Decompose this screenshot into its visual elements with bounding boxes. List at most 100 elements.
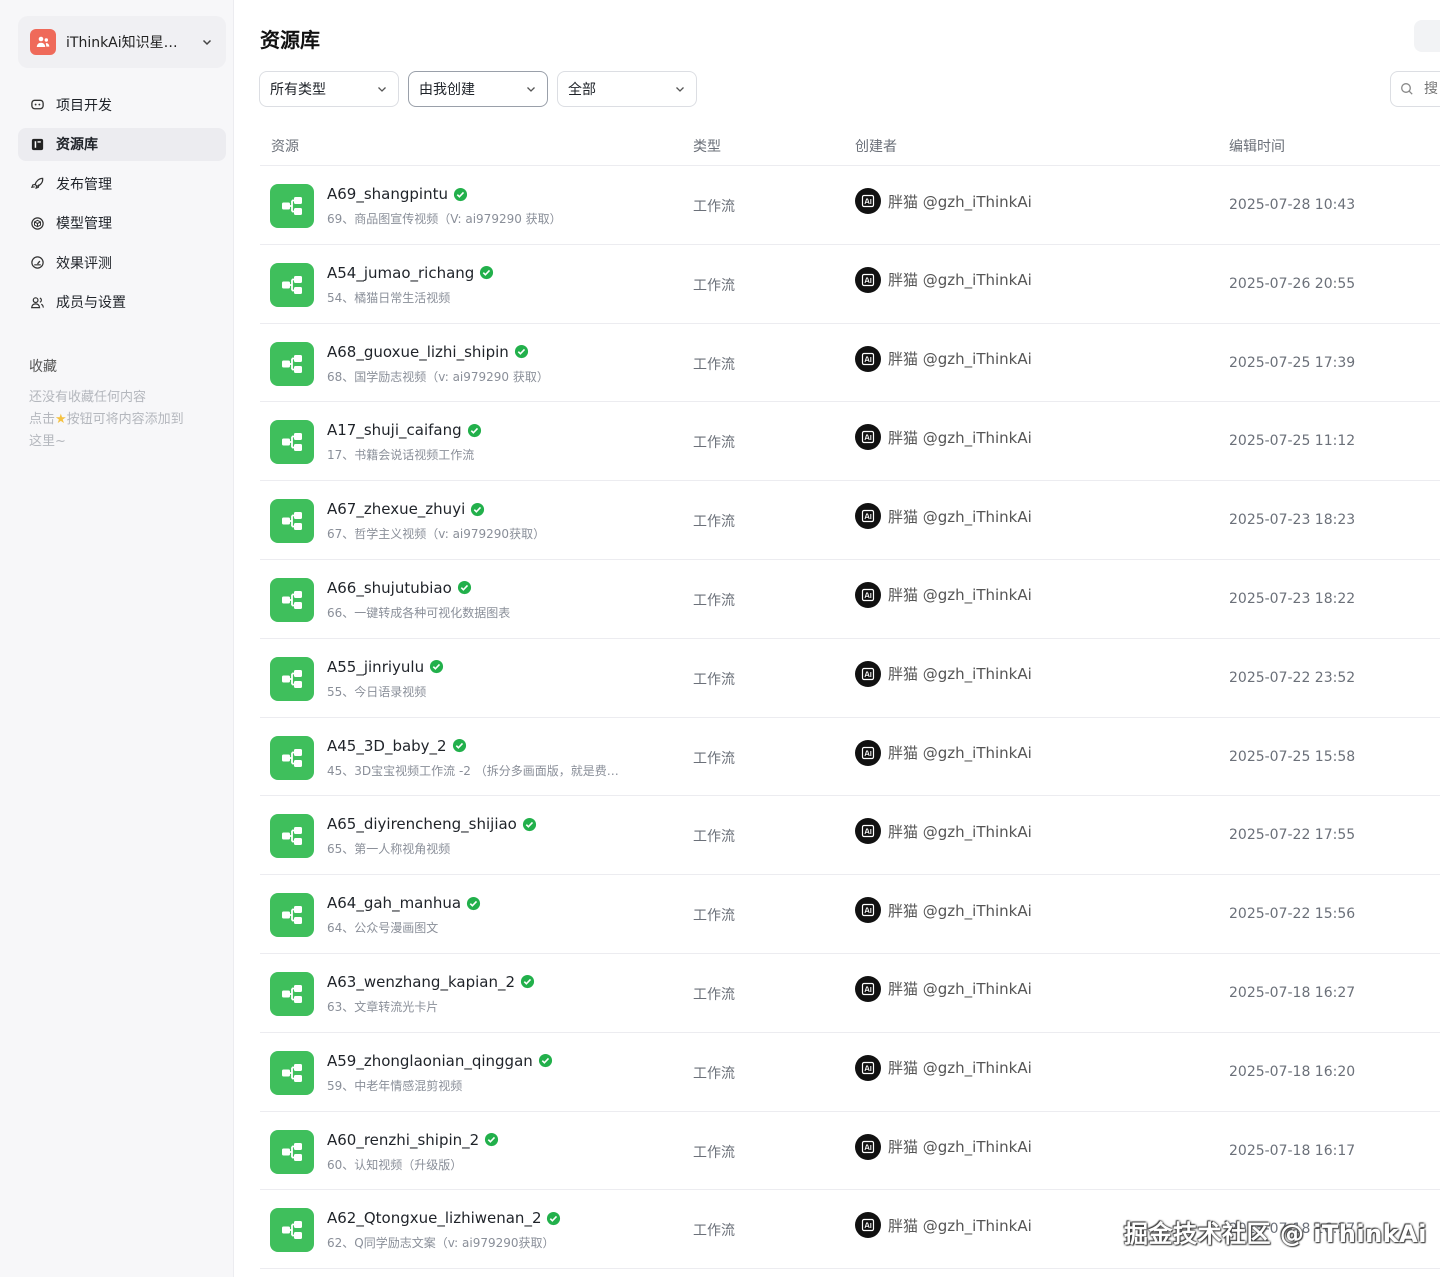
table-row[interactable]: A67_zhexue_zhuyi 67、哲学主义视频（v: ai979290获取… — [260, 481, 1440, 560]
resource-name[interactable]: A55_jinriyulu — [327, 658, 444, 676]
model-cube-icon — [31, 216, 44, 230]
resource-name[interactable]: A65_diyirencheng_shijiao — [327, 815, 537, 833]
status-filter-select[interactable]: 全部 — [557, 71, 697, 107]
favorites-empty-message: 还没有收藏任何内容 点击★按钮可将内容添加到 这里~ — [29, 387, 225, 453]
edited-time: 2025-07-25 15:58 — [1229, 748, 1356, 765]
resource-type: 工作流 — [693, 356, 735, 373]
search-box[interactable] — [1390, 71, 1440, 107]
search-input[interactable] — [1424, 81, 1440, 97]
resource-name[interactable]: A59_zhonglaonian_qinggan — [327, 1052, 553, 1070]
create-resource-button[interactable] — [1414, 20, 1440, 52]
creator-avatar — [855, 660, 881, 687]
creator-avatar — [855, 424, 881, 451]
creator-name: 胖猫 @gzh_iThinkAi — [888, 586, 1032, 605]
edited-time: 2025-07-18 16:17 — [1229, 1142, 1356, 1159]
table-row[interactable]: A63_wenzhang_kapian_2 63、文章转流光卡片 工作流 胖猫 … — [260, 954, 1440, 1033]
resource-name[interactable]: A67_zhexue_zhuyi — [327, 500, 485, 518]
resource-name[interactable]: A64_gah_manhua — [327, 894, 481, 912]
workflow-icon — [270, 1208, 314, 1253]
column-header-creator[interactable]: 创建者 — [855, 136, 897, 156]
creator-name: 胖猫 @gzh_iThinkAi — [888, 980, 1032, 999]
favorites-empty-line: 还没有收藏任何内容 — [29, 390, 147, 405]
column-header-resource[interactable]: 资源 — [271, 136, 299, 156]
workflow-icon — [270, 420, 314, 465]
table-row[interactable]: A55_jinriyulu 55、今日语录视频 工作流 胖猫 @gzh_iThi… — [260, 639, 1440, 718]
workflow-icon — [270, 262, 314, 307]
resource-creator: 胖猫 @gzh_iThinkAi — [855, 818, 1032, 845]
page-title: 资源库 — [260, 28, 320, 52]
resource-name-text: A59_zhonglaonian_qinggan — [327, 1051, 533, 1070]
table-row[interactable]: A68_guoxue_lizhi_shipin 68、国学励志视频（v: ai9… — [260, 324, 1440, 403]
creator-name: 胖猫 @gzh_iThinkAi — [888, 350, 1032, 369]
resource-name[interactable]: A17_shuji_caifang — [327, 421, 482, 439]
edited-time: 2025-07-28 10:43 — [1229, 197, 1356, 213]
favorites-empty-text: 点击 — [29, 412, 56, 427]
edited-time: 2025-07-23 18:22 — [1229, 590, 1356, 607]
resource-type: 工作流 — [693, 986, 735, 1003]
creator-avatar — [855, 1054, 881, 1081]
resource-name[interactable]: A62_Qtongxue_lizhiwenan_2 — [327, 1209, 561, 1227]
verified-check-icon — [520, 975, 535, 989]
resource-name[interactable]: A66_shujutubiao — [327, 579, 472, 597]
resource-name-text: A54_jumao_richang — [327, 263, 475, 282]
workspace-team-icon — [30, 29, 56, 55]
verified-check-icon — [457, 581, 471, 595]
table-row[interactable]: A69_shangpintu 69、商品图宣传视频（V: ai979290 获取… — [260, 166, 1440, 245]
edited-time: 2025-07-22 15:56 — [1229, 906, 1356, 923]
sidebar-item-library[interactable]: 资源库 — [18, 127, 226, 161]
star-icon: ★ — [55, 412, 67, 427]
resource-name[interactable]: A45_3D_baby_2 — [327, 737, 467, 755]
workflow-icon — [270, 341, 314, 386]
sidebar-item-publish[interactable]: 发布管理 — [18, 167, 226, 200]
resource-name[interactable]: A68_guoxue_lizhi_shipin — [327, 343, 529, 361]
sidebar-item-models[interactable]: 模型管理 — [18, 207, 226, 240]
table-row[interactable]: A64_gah_manhua 64、公众号漫画图文 工作流 胖猫 @gzh_iT… — [260, 875, 1440, 954]
sidebar-item-members-settings[interactable]: 成员与设置 — [18, 286, 226, 319]
table-row[interactable]: A54_jumao_richang 54、橘猫日常生活视频 工作流 胖猫 @gz… — [260, 245, 1440, 324]
resource-table-body: A69_shangpintu 69、商品图宣传视频（V: ai979290 获取… — [260, 166, 1440, 1270]
edited-time: 2025-07-22 23:52 — [1229, 669, 1356, 686]
table-row[interactable]: A65_diyirencheng_shijiao 65、第一人称视角视频 工作流… — [260, 796, 1440, 876]
column-header-edited-time[interactable]: 编辑时间 — [1229, 136, 1285, 156]
sidebar-item-label: 资源库 — [56, 137, 98, 153]
table-row[interactable]: A17_shuji_caifang 17、书籍会说话视频工作流 工作流 胖猫 @… — [260, 402, 1440, 482]
table-row[interactable]: A45_3D_baby_2 45、3D宝宝视频工作流 -2 （拆分多画面版，就是… — [260, 718, 1440, 797]
table-row[interactable]: A66_shujutubiao 66、一键转成各种可视化数据图表 工作流 胖猫 … — [260, 560, 1440, 639]
column-header-type[interactable]: 类型 — [693, 136, 721, 156]
sidebar-nav: 项目开发 资源库 发布管理 模型管理 效果评测 成员与设置 — [18, 88, 226, 325]
resource-creator: 胖猫 @gzh_iThinkAi — [855, 503, 1032, 530]
creator-avatar — [855, 1212, 881, 1239]
creator-avatar — [855, 1133, 881, 1160]
workspace-switcher[interactable]: iThinkAi知识星… — [18, 16, 226, 68]
resource-name[interactable]: A63_wenzhang_kapian_2 — [327, 973, 535, 991]
table-row[interactable]: A59_zhonglaonian_qinggan 59、中老年情感混剪视频 工作… — [260, 1033, 1440, 1112]
resource-name[interactable]: A69_shangpintu — [327, 185, 468, 203]
sidebar-item-evaluation[interactable]: 效果评测 — [18, 246, 226, 279]
creator-name: 胖猫 @gzh_iThinkAi — [888, 901, 1032, 920]
type-filter-value: 所有类型 — [270, 82, 326, 98]
edited-time: 2025-07-26 20:55 — [1229, 275, 1356, 292]
resource-type: 工作流 — [693, 1223, 735, 1240]
creator-avatar — [855, 266, 881, 293]
workflow-icon — [270, 1129, 314, 1174]
creator-avatar — [855, 581, 881, 608]
resource-description: 17、书籍会说话视频工作流 — [327, 448, 475, 463]
creator-avatar — [855, 345, 881, 372]
library-icon — [31, 138, 44, 150]
creator-avatar — [855, 739, 881, 766]
creator-avatar — [855, 503, 881, 530]
sidebar-item-project-dev[interactable]: 项目开发 — [18, 88, 226, 121]
resource-type: 工作流 — [693, 750, 735, 767]
creator-name: 胖猫 @gzh_iThinkAi — [888, 1059, 1032, 1078]
chevron-down-icon — [378, 87, 386, 92]
type-filter-select[interactable]: 所有类型 — [259, 71, 399, 107]
search-icon — [1401, 83, 1413, 95]
creator-filter-select[interactable]: 由我创建 — [408, 71, 548, 107]
chevron-down-icon — [202, 39, 212, 46]
verified-check-icon — [522, 817, 536, 831]
table-row[interactable]: A60_renzhi_shipin_2 60、认知视频（升级版） 工作流 胖猫 … — [260, 1112, 1440, 1191]
resource-name[interactable]: A54_jumao_richang — [327, 264, 494, 282]
resource-name[interactable]: A60_renzhi_shipin_2 — [327, 1131, 499, 1149]
sidebar-item-label: 发布管理 — [56, 176, 112, 193]
verified-check-icon — [467, 423, 481, 437]
